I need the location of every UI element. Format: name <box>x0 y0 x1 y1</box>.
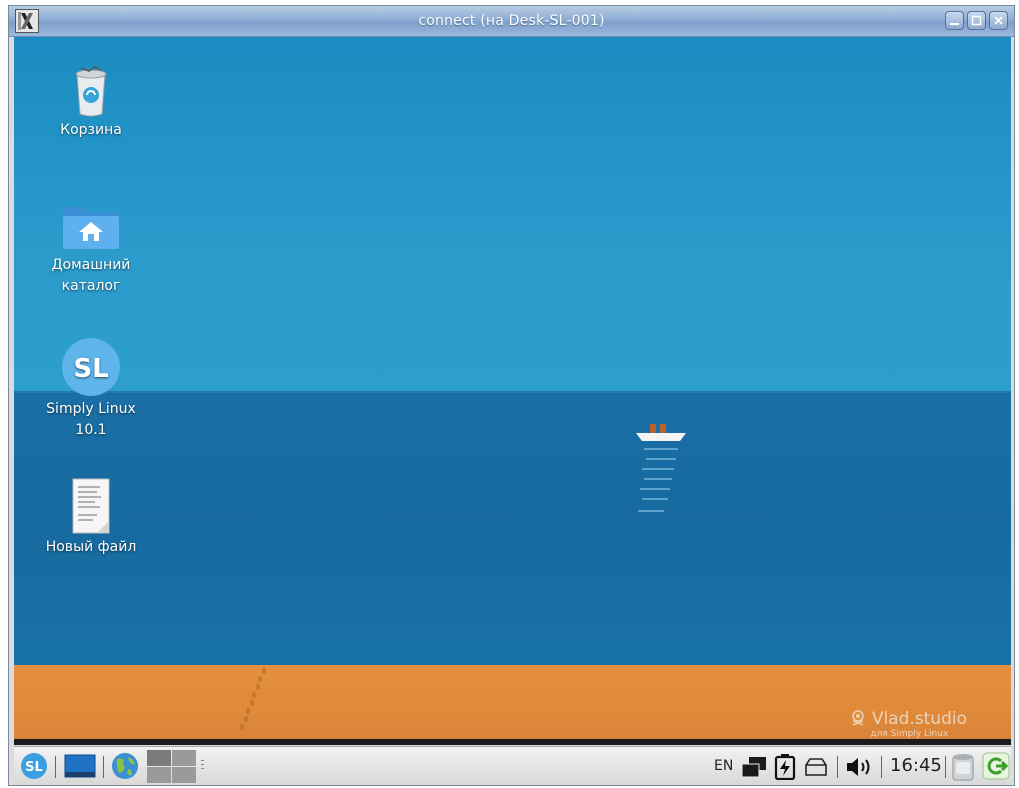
window-title: connect (на Desk-SL-001) <box>418 13 605 29</box>
watermark-tagline: для Simply Linux <box>870 729 949 739</box>
show-desktop-icon <box>64 754 96 778</box>
desktop-icon-new-file[interactable]: Новый файл <box>31 477 151 558</box>
maximize-button[interactable] <box>967 11 986 30</box>
desktop-icon-simply-linux[interactable]: SL Simply Linux 10.1 <box>31 337 151 441</box>
taskbar-separator <box>837 756 838 778</box>
desktop-icon-label: Новый файл <box>45 539 137 555</box>
svg-text:SL: SL <box>73 354 108 384</box>
close-button[interactable] <box>989 11 1008 30</box>
trash-icon <box>75 66 107 117</box>
taskbar-separator <box>881 756 882 778</box>
boat-icon <box>636 424 686 512</box>
start-menu-button[interactable]: SL <box>19 752 49 784</box>
desktop-icon-home[interactable]: Домашний каталог <box>31 199 151 297</box>
wallpaper-sky <box>14 37 1011 393</box>
taskbar-separator <box>55 756 56 778</box>
trash-tray-button[interactable] <box>950 752 976 786</box>
taskbar-separator <box>103 756 104 778</box>
text-file-icon <box>72 478 110 534</box>
watermark-brand: Vlad.studio <box>871 709 967 729</box>
desktop-icon-trash[interactable]: Корзина <box>31 62 151 141</box>
volume-control[interactable] <box>845 756 873 782</box>
desktop-icon-label: Simply Linux 10.1 <box>46 401 136 438</box>
taskbar: SL EN 16:45 <box>14 746 1011 785</box>
network-icon <box>741 757 766 778</box>
svg-text:SL: SL <box>25 760 43 775</box>
minimize-button[interactable] <box>945 11 964 30</box>
desktop-icon-label: Корзина <box>60 122 122 138</box>
wallpaper-sea <box>14 393 1011 665</box>
vlad-studio-logo-icon <box>852 710 865 726</box>
simply-linux-icon: SL <box>62 338 120 396</box>
home-folder-icon <box>63 207 119 249</box>
removable-drive-icon <box>805 758 827 776</box>
desktop-icon-label: Домашний каталог <box>51 257 131 294</box>
globe-icon <box>112 753 138 779</box>
logout-button[interactable] <box>982 752 1010 784</box>
panel-handle[interactable] <box>201 758 205 778</box>
remote-desktop-window: connect (на Desk-SL-001) Корзина Домашни… <box>8 5 1015 786</box>
simply-linux-menu-icon: SL <box>21 753 47 779</box>
horizon-line <box>14 391 1011 395</box>
desktop-area[interactable]: Корзина Домашний каталог SL Simply Linux… <box>14 37 1011 745</box>
window-titlebar[interactable]: connect (на Desk-SL-001) <box>9 6 1014 37</box>
keyboard-layout-indicator[interactable]: EN <box>714 747 733 785</box>
power-status[interactable] <box>774 754 796 784</box>
logout-icon <box>982 752 1010 780</box>
battery-charging-icon <box>774 754 796 781</box>
workspace-grid-icon <box>147 750 196 783</box>
show-desktop-button[interactable] <box>64 753 96 783</box>
web-browser-button[interactable] <box>110 751 140 785</box>
wallpaper-bottom-strip <box>14 739 1011 745</box>
clock[interactable]: 16:45 <box>890 747 942 785</box>
workspace-switcher[interactable] <box>147 750 197 788</box>
footprints-icon <box>240 668 266 730</box>
wallpaper-watermark: Vlad.studio для Simply Linux <box>850 709 967 739</box>
taskbar-separator <box>945 756 946 778</box>
trash-can-icon <box>952 754 974 781</box>
drag-handle-icon <box>201 760 204 769</box>
removable-media[interactable] <box>804 757 828 781</box>
network-status[interactable] <box>741 756 767 782</box>
volume-icon <box>847 758 870 776</box>
